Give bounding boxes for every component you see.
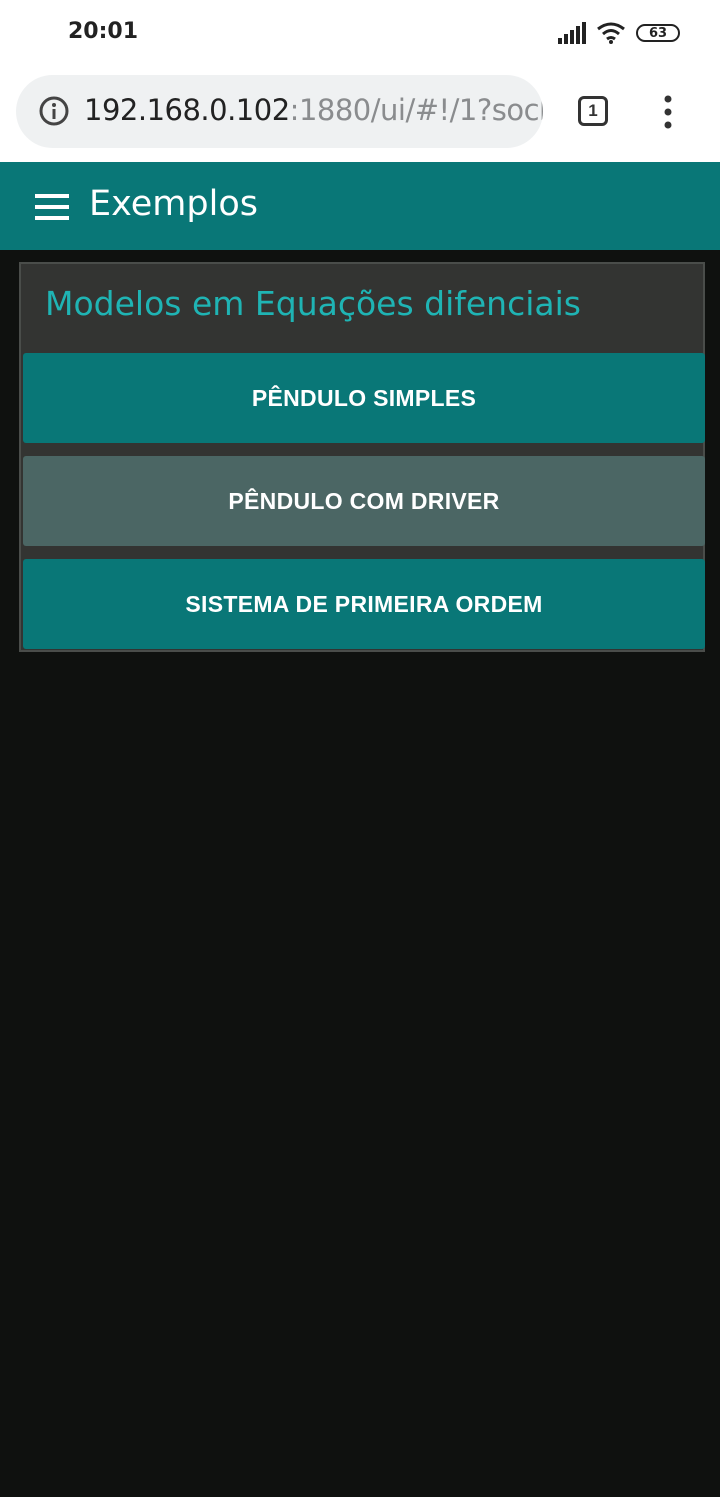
tab-count: 1 — [588, 101, 598, 120]
battery-icon: 63 — [636, 24, 680, 42]
info-icon[interactable] — [38, 95, 70, 127]
wifi-icon — [597, 22, 625, 44]
pendulo-simples-button[interactable]: PÊNDULO SIMPLES — [23, 353, 705, 443]
url-text[interactable]: 192.168.0.102:1880/ui/#!/1?sock — [84, 93, 543, 127]
tab-switcher-icon[interactable]: 1 — [578, 96, 608, 126]
app-header: Exemplos — [0, 162, 720, 250]
signal-icon — [558, 22, 586, 44]
sistema-primeira-ordem-button[interactable]: SISTEMA DE PRIMEIRA ORDEM — [23, 559, 705, 649]
address-bar[interactable]: 192.168.0.102:1880/ui/#!/1?sock — [16, 75, 543, 148]
page-title: Exemplos — [89, 184, 258, 224]
battery-level: 63 — [648, 25, 668, 41]
group-card: Modelos em Equações difenciais PÊNDULO S… — [19, 262, 705, 652]
browser-toolbar: 192.168.0.102:1880/ui/#!/1?sock 1 — [0, 64, 720, 162]
hamburger-menu-icon[interactable] — [35, 194, 69, 220]
status-icons: 63 — [558, 20, 680, 46]
url-host: 192.168.0.102 — [84, 93, 290, 127]
pendulo-com-driver-button[interactable]: PÊNDULO COM DRIVER — [23, 456, 705, 546]
status-bar: 20:01 63 — [0, 0, 720, 64]
group-title: Modelos em Equações difenciais — [45, 284, 581, 323]
url-path: :1880/ui/#!/1?sock — [289, 93, 543, 127]
status-time: 20:01 — [68, 19, 139, 44]
more-options-icon[interactable] — [658, 95, 678, 129]
